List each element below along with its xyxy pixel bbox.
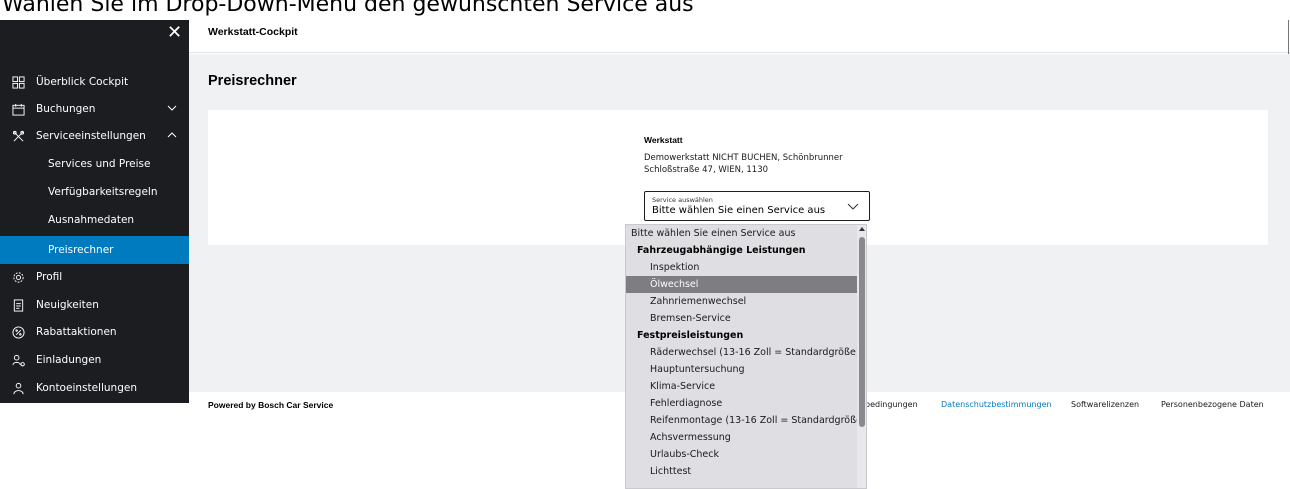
address-line: Demowerkstatt NICHT BUCHEN, Schönbrunner <box>644 153 843 163</box>
dropdown-option[interactable]: Räderwechsel (13-16 Zoll = Standardgröße… <box>626 344 860 361</box>
dropdown-option[interactable]: Zahnriemenwechsel <box>626 293 857 310</box>
dropdown-group-label: Fahrzeugabhängige Leistungen <box>637 245 806 256</box>
dropdown-scrollbar[interactable] <box>857 225 866 488</box>
sidebar-item-availability-rules[interactable]: Verfügbarkeitsregeln <box>0 178 189 206</box>
sidebar-item-price-calculator[interactable]: Preisrechner <box>0 236 189 264</box>
sidebar-item-label: Services und Preise <box>48 158 151 170</box>
sidebar-item-invitations[interactable]: Einladungen <box>0 346 189 374</box>
sidebar-item-label: Profil <box>36 271 63 283</box>
dropdown-option-placeholder[interactable]: Bitte wählen Sie einen Service aus <box>626 225 857 242</box>
sidebar-item-label: Verfügbarkeitsregeln <box>48 186 158 198</box>
dropdown-option[interactable]: Klima-Service <box>626 378 857 395</box>
sidebar-item-label: Rabattaktionen <box>36 326 117 338</box>
document-icon <box>11 298 25 312</box>
sidebar-item-services-prices[interactable]: Services und Preise <box>0 150 189 178</box>
page-title: Preisrechner <box>208 73 297 89</box>
sidebar-item-overview[interactable]: Überblick Cockpit <box>0 68 189 96</box>
personal-data-link[interactable]: Personenbezogene Daten <box>1161 400 1264 409</box>
sidebar-item-label: Kontoeinstellungen <box>36 382 137 394</box>
software-licenses-link[interactable]: Softwarelizenzen <box>1071 400 1139 409</box>
service-dropdown-list: Bitte wählen Sie einen Service aus Fahrz… <box>625 224 867 489</box>
powered-by-text: Powered by Bosch Car Service <box>208 400 334 410</box>
dropdown-option[interactable]: Urlaubs-Check <box>626 446 857 463</box>
percent-icon <box>11 325 25 339</box>
calendar-icon <box>11 102 25 116</box>
invite-icon <box>11 353 25 367</box>
sidebar-item-label: Preisrechner <box>48 244 114 256</box>
dropdown-option-highlighted[interactable]: Ölwechsel <box>626 276 857 293</box>
dropdown-option[interactable]: Lichttest <box>626 463 857 480</box>
scroll-up-arrow-icon[interactable] <box>859 227 865 231</box>
instruction-text: Wählen Sie im Drop-Down-Menü den gewünsc… <box>2 0 694 17</box>
sidebar-item-discounts[interactable]: Rabattaktionen <box>0 318 189 346</box>
sidebar-item-label: Serviceeinstellungen <box>36 130 146 142</box>
app-title: Werkstatt-Cockpit <box>208 26 298 38</box>
sidebar-item-label: Neuigkeiten <box>36 299 99 311</box>
tools-icon <box>11 129 25 143</box>
werkstatt-address: Demowerkstatt NICHT BUCHEN, Schönbrunner… <box>644 152 884 176</box>
dropdown-option[interactable]: Achsvermessung <box>626 429 857 446</box>
address-line: Schloßstraße 47, WIEN, 1130 <box>644 165 769 175</box>
grid-icon <box>11 75 25 89</box>
werkstatt-label: Werkstatt <box>644 135 683 145</box>
select-value: Bitte wählen Sie einen Service aus <box>652 205 826 216</box>
sidebar-item-label: Ausnahmedaten <box>48 214 135 226</box>
select-label: Service auswählen <box>652 196 713 204</box>
chevron-up-icon <box>167 132 177 138</box>
terms-link[interactable]: bedingungen <box>865 400 918 409</box>
dropdown-option[interactable]: Fehlerdiagnose <box>626 395 857 412</box>
sidebar-item-service-settings[interactable]: Serviceeinstellungen <box>0 122 189 150</box>
sidebar-item-label: Überblick Cockpit <box>36 76 129 88</box>
user-icon <box>11 381 25 395</box>
sidebar-item-account-settings[interactable]: Kontoeinstellungen <box>0 374 189 402</box>
sidebar-item-label: Buchungen <box>36 103 96 115</box>
privacy-link[interactable]: Datenschutzbestimmungen <box>941 400 1052 409</box>
chevron-down-icon <box>847 203 859 210</box>
sidebar-item-news[interactable]: Neuigkeiten <box>0 291 189 319</box>
chevron-down-icon <box>167 105 177 111</box>
sidebar-item-bookings[interactable]: Buchungen <box>0 95 189 123</box>
close-icon[interactable]: ✕ <box>160 20 189 46</box>
app-header: Werkstatt-Cockpit <box>189 20 1290 53</box>
dropdown-option[interactable]: Hauptuntersuchung <box>626 361 857 378</box>
dropdown-option[interactable]: Inspektion <box>626 259 857 276</box>
sidebar-item-exception-dates[interactable]: Ausnahmedaten <box>0 206 189 234</box>
sidebar-item-label: Einladungen <box>36 354 102 366</box>
scrollbar-thumb[interactable] <box>859 237 865 427</box>
service-select[interactable]: Service auswählen Bitte wählen Sie einen… <box>644 191 870 221</box>
dropdown-option[interactable]: Reifenmontage (13-16 Zoll = Standardgröß… <box>626 412 866 429</box>
gear-icon <box>11 270 25 284</box>
sidebar-item-profile[interactable]: Profil <box>0 263 189 291</box>
dropdown-option[interactable]: Bremsen-Service <box>626 310 857 327</box>
dropdown-group-label: Festpreisleistungen <box>637 330 744 341</box>
sidebar: ✕ Überblick Cockpit Buchungen Serviceein… <box>0 20 189 403</box>
